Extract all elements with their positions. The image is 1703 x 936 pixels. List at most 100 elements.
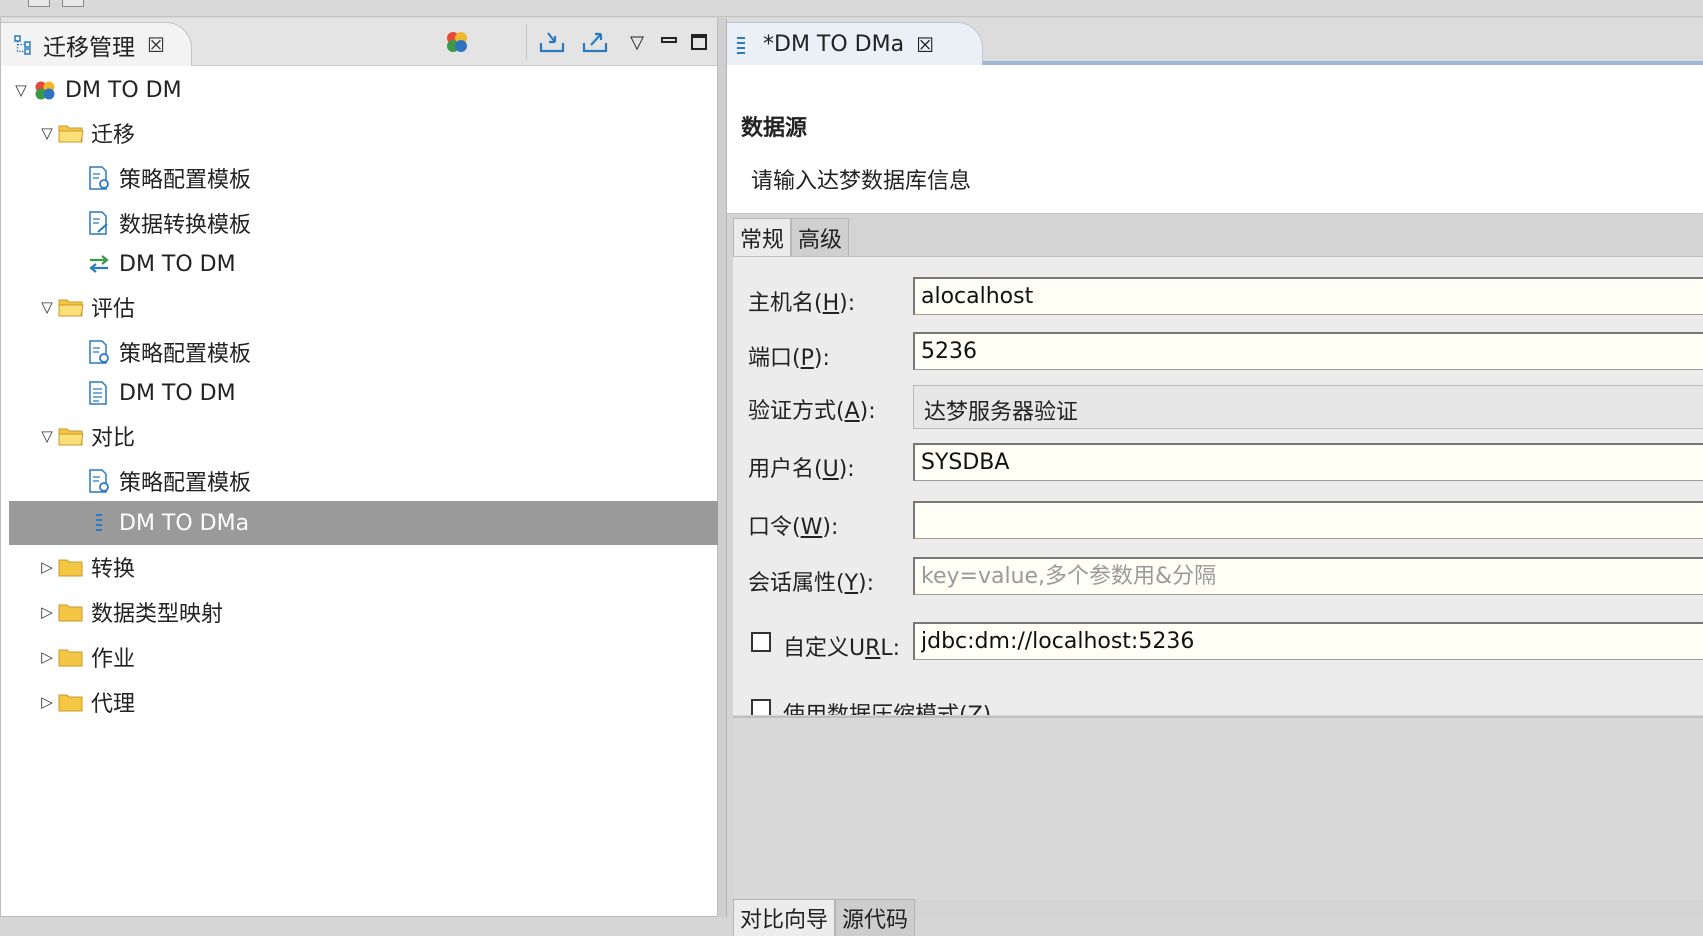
mnemonic-key: H [822, 291, 840, 316]
folder-open-icon [57, 119, 85, 147]
label-text: 端口( [748, 346, 801, 371]
tab-migration-manager[interactable]: 迁移管理 ☒ [1, 22, 192, 66]
label-text: L: [880, 636, 901, 661]
custom-url-input[interactable] [913, 622, 1703, 660]
custom-url-checkbox[interactable] [751, 632, 771, 652]
username-input[interactable] [913, 443, 1703, 481]
compress-row: 使用数据压缩模式(Z) [733, 689, 1703, 715]
strategy-template-icon [85, 467, 113, 495]
user-row: 用户名(U): [733, 443, 1703, 485]
tree-item-label: DM TO DM [65, 77, 182, 103]
port-label: 端口(P): [748, 340, 830, 372]
chevron-right-icon[interactable]: ▷ [37, 648, 57, 666]
tree-item-assess-strategy[interactable]: 策略配置模板 [1, 330, 801, 374]
tree-item-migrate-strategy[interactable]: 策略配置模板 [1, 156, 801, 200]
host-label: 主机名(H): [748, 285, 855, 317]
panel-splitter[interactable] [718, 18, 726, 917]
tree-item-assess-job[interactable]: DM TO DM [1, 371, 801, 415]
port-input[interactable] [913, 332, 1703, 370]
label-text: 主机名( [748, 291, 823, 316]
chevron-down-icon[interactable]: ▽ [37, 427, 57, 445]
compare-job-icon [85, 509, 113, 537]
host-input[interactable] [913, 277, 1703, 315]
strategy-template-icon [85, 338, 113, 366]
tab-advanced[interactable]: 高级 [791, 218, 850, 257]
toolbar-separator [526, 24, 527, 60]
maximize-button[interactable] [683, 26, 715, 58]
tree-item-compare-strategy[interactable]: 策略配置模板 [1, 459, 801, 503]
tab-source-code[interactable]: 源代码 [835, 899, 916, 936]
section-description: 请输入达梦数据库信息 [751, 169, 972, 194]
tree-item-label: 评估 [91, 297, 136, 322]
session-label: 会话属性(Y): [748, 565, 874, 597]
tree-item-compare-folder[interactable]: ▽ 对比 [1, 414, 753, 458]
chevron-right-icon[interactable]: ▷ [37, 603, 57, 621]
migration-arrows-icon [85, 250, 113, 278]
session-row: 会话属性(Y): [733, 557, 1703, 599]
tree-item-jobs-folder[interactable]: ▷ 作业 [1, 635, 753, 679]
label-text: ): [839, 291, 856, 316]
tree-item-label: 转换 [91, 557, 136, 582]
password-label: 口令(W): [748, 509, 838, 541]
auth-row: 验证方式(A): 达梦服务器验证 [733, 385, 1703, 429]
label-text: ): [838, 457, 855, 482]
minimize-icon [661, 37, 677, 43]
compress-label: 使用数据压缩模式(Z) [783, 697, 991, 715]
tree-item-label: 对比 [91, 426, 136, 451]
new-project-button[interactable] [441, 26, 473, 58]
editor-tab-label: *DM TO DMa [763, 32, 905, 57]
section-title: 数据源 [741, 116, 808, 141]
tree-item-assess-folder[interactable]: ▽ 评估 [1, 285, 753, 329]
tree-item-migrate-folder[interactable]: ▽ 迁移 [1, 111, 753, 155]
export-button[interactable] [579, 26, 611, 58]
view-header: 迁移管理 ☒ ▽ [1, 18, 717, 66]
close-icon[interactable]: ☒ [916, 33, 934, 57]
custom-url-label: 自定义URL: [783, 630, 900, 662]
tab-general[interactable]: 常规 [733, 218, 792, 257]
maximize-icon [691, 34, 707, 50]
compress-checkbox[interactable] [751, 699, 771, 715]
tree-item-compare-job[interactable]: DM TO DMa [9, 501, 790, 545]
user-label: 用户名(U): [748, 451, 855, 483]
auth-label: 验证方式(A): [748, 393, 876, 425]
chevron-down-icon[interactable]: ▽ [11, 81, 31, 99]
tree-item-label: DM TO DMa [119, 510, 250, 536]
auth-method-select[interactable]: 达梦服务器验证 [913, 385, 1703, 429]
toolbar-mini-icon[interactable] [62, 0, 84, 7]
password-input[interactable] [913, 501, 1703, 539]
session-properties-input[interactable] [913, 557, 1703, 595]
tree-item-type-mapping-folder[interactable]: ▷ 数据类型映射 [1, 590, 753, 634]
tree-item-label: 策略配置模板 [119, 168, 252, 193]
tree-item-label: 策略配置模板 [119, 471, 252, 496]
tree-item-convert-folder[interactable]: ▷ 转换 [1, 545, 753, 589]
close-icon[interactable]: ☒ [147, 33, 165, 57]
toolbar-mini-icon[interactable] [28, 0, 50, 7]
minimize-button[interactable] [653, 26, 685, 58]
tree-item-root[interactable]: ▽ DM TO DM [1, 68, 727, 112]
compare-job-icon [737, 36, 745, 54]
import-button[interactable] [536, 26, 568, 58]
import-icon [539, 32, 565, 53]
tree-item-agent-folder[interactable]: ▷ 代理 [1, 680, 753, 724]
tree-item-migrate-job[interactable]: DM TO DM [1, 242, 801, 286]
folder-icon [57, 553, 85, 581]
label-text: 口令( [748, 515, 801, 540]
cluster-icon [447, 32, 467, 52]
tree-item-migrate-transform[interactable]: 数据转换模板 [1, 201, 801, 245]
view-menu-button[interactable]: ▽ [621, 26, 653, 58]
folder-open-icon [57, 293, 85, 321]
export-icon [582, 32, 608, 53]
chevron-down-icon[interactable]: ▽ [37, 298, 57, 316]
transform-template-icon [85, 209, 113, 237]
label-text: ): [822, 515, 839, 540]
mnemonic-key: P [800, 346, 814, 371]
chevron-down-icon[interactable]: ▽ [37, 124, 57, 142]
settings-tabs: 常规 高级 [733, 218, 850, 257]
tab-dm-to-dma[interactable]: *DM TO DMa ☒ [727, 22, 983, 66]
chevron-right-icon[interactable]: ▷ [37, 558, 57, 576]
tree-item-label: 数据类型映射 [91, 602, 224, 627]
label-text: 用户名( [748, 457, 823, 482]
chevron-right-icon[interactable]: ▷ [37, 693, 57, 711]
tab-compare-wizard[interactable]: 对比向导 [733, 899, 836, 936]
folder-icon [57, 598, 85, 626]
